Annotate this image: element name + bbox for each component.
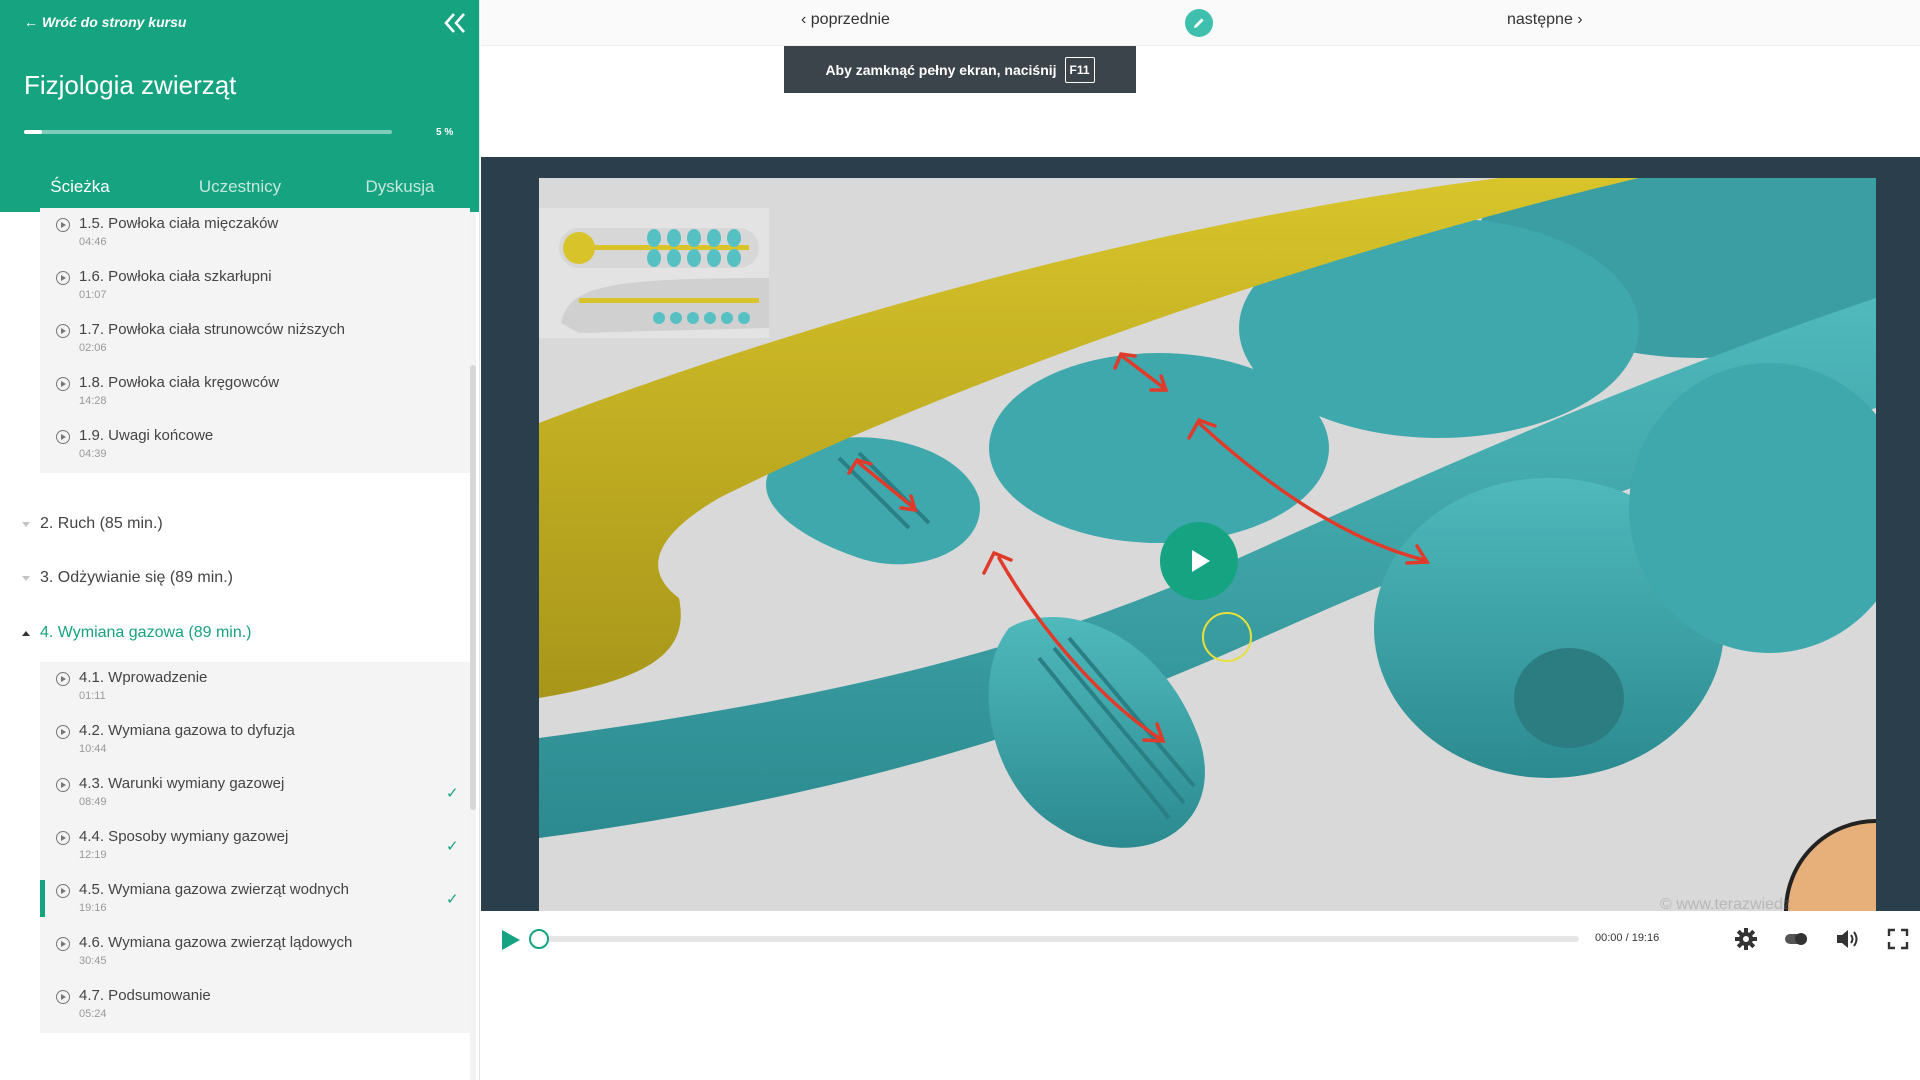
section-3-toggle[interactable]: 3. Odżywianie się (89 min.) — [22, 569, 233, 587]
lesson-duration: 30:45 — [79, 955, 107, 967]
play-circle-icon — [56, 778, 70, 792]
seek-handle[interactable] — [529, 929, 549, 949]
lesson-duration: 02:06 — [79, 342, 107, 354]
section-label: 2. Ruch (85 min.) — [40, 515, 163, 532]
section-label: 3. Odżywianie się (89 min.) — [40, 569, 233, 586]
f11-key-badge: F11 — [1064, 56, 1095, 83]
section-4-toggle[interactable]: 4. Wymiana gazowa (89 min.) — [22, 624, 252, 642]
double-chevron-left-icon[interactable] — [442, 10, 468, 36]
lesson-item[interactable]: 4.2. Wymiana gazowa to dyfuzja 10:44 — [40, 715, 470, 768]
video-controls: 00:00 / 19:16 — [481, 911, 1920, 969]
big-play-button[interactable] — [1160, 522, 1238, 600]
play-icon[interactable] — [498, 928, 522, 952]
caret-down-icon — [22, 521, 30, 527]
playback-time: 00:00 / 19:16 — [1595, 932, 1660, 944]
next-lesson-link[interactable]: następne › — [1507, 11, 1583, 29]
lesson-duration: 19:16 — [79, 902, 107, 914]
completed-check-icon: ✓ — [446, 891, 459, 908]
sidebar-tabs: Ścieżka Uczestnicy Dyskusja — [0, 168, 479, 212]
lesson-item[interactable]: 1.8. Powłoka ciała kręgowców 14:28 — [40, 367, 470, 420]
lesson-item[interactable]: 1.9. Uwagi końcowe 04:39 — [40, 420, 470, 473]
seek-bar[interactable] — [539, 936, 1579, 942]
lesson-item[interactable]: 4.7. Podsumowanie 05:24 — [40, 980, 470, 1033]
cursor-highlight-ring — [1202, 612, 1252, 662]
sidebar-header: ← Wróć do strony kursu Fizjologia zwierz… — [0, 0, 479, 212]
lesson-duration: 14:28 — [79, 395, 107, 407]
course-progress-percent: 5 % — [436, 127, 454, 138]
lesson-title: 4.1. Wprowadzenie — [79, 669, 208, 686]
tab-path[interactable]: Ścieżka — [0, 168, 160, 212]
gear-icon[interactable] — [1733, 926, 1759, 952]
section-label: 4. Wymiana gazowa (89 min.) — [40, 624, 252, 641]
lesson-title: 4.6. Wymiana gazowa zwierząt lądowych — [79, 934, 353, 951]
back-to-course-link[interactable]: ← Wróć do strony kursu — [24, 14, 186, 30]
lesson-item[interactable]: 4.6. Wymiana gazowa zwierząt lądowych 30… — [40, 927, 470, 980]
lesson-duration: 10:44 — [79, 743, 107, 755]
lesson-duration: 12:19 — [79, 849, 107, 861]
lesson-title: 4.7. Podsumowanie — [79, 987, 211, 1004]
lesson-item-current[interactable]: 4.5. Wymiana gazowa zwierząt wodnych 19:… — [40, 874, 470, 927]
lesson-title: 1.5. Powłoka ciała mięczaków — [79, 215, 279, 232]
toggle-icon[interactable] — [1783, 926, 1809, 952]
lesson-duration: 05:24 — [79, 1008, 107, 1020]
edit-note-button[interactable] — [1185, 9, 1213, 37]
completed-check-icon: ✓ — [446, 838, 459, 855]
lesson-duration: 04:39 — [79, 448, 107, 460]
lesson-title: 4.5. Wymiana gazowa zwierząt wodnych — [79, 881, 349, 898]
fullscreen-hint-text: Aby zamknąć pełny ekran, naciśnij — [825, 61, 1057, 78]
fullscreen-exit-hint: Aby zamknąć pełny ekran, naciśnij F11 — [784, 46, 1136, 93]
lesson-item[interactable]: 4.1. Wprowadzenie 01:11 — [40, 662, 470, 715]
course-title: Fizjologia zwierząt — [24, 70, 237, 100]
lesson-item[interactable]: 1.7. Powłoka ciała strunowców niższych 0… — [40, 314, 470, 367]
pencil-icon — [1194, 18, 1204, 28]
lesson-title: 1.8. Powłoka ciała kręgowców — [79, 374, 280, 391]
lesson-title: 1.7. Powłoka ciała strunowców niższych — [79, 321, 345, 338]
section-2-toggle[interactable]: 2. Ruch (85 min.) — [22, 515, 163, 533]
lesson-item[interactable]: 1.6. Powłoka ciała szkarłupni 01:07 — [40, 261, 470, 314]
play-circle-icon — [56, 377, 70, 391]
lesson-duration: 04:46 — [79, 236, 107, 248]
course-sidebar: ← Wróć do strony kursu Fizjologia zwierz… — [0, 0, 480, 1080]
play-circle-icon — [56, 271, 70, 285]
lesson-item[interactable]: 4.3. Warunki wymiany gazowej 08:49 ✓ — [40, 768, 470, 821]
tab-participants[interactable]: Uczestnicy — [160, 168, 320, 212]
back-to-course-label: Wróć do strony kursu — [42, 14, 187, 30]
arrow-left-icon: ← — [24, 14, 38, 30]
lesson-title: 1.6. Powłoka ciała szkarłupni — [79, 268, 272, 285]
lesson-item[interactable]: 4.4. Sposoby wymiany gazowej 12:19 ✓ — [40, 821, 470, 874]
play-circle-icon — [56, 990, 70, 1004]
course-progress-fill — [24, 130, 43, 134]
caret-up-icon — [22, 630, 30, 636]
lesson-duration: 01:11 — [79, 690, 106, 702]
section-1-lesson-list: 1.5. Powłoka ciała mięczaków 04:46 1.6. … — [40, 208, 470, 473]
play-circle-icon — [56, 884, 70, 898]
sidebar-scrollbar-thumb[interactable] — [470, 365, 476, 810]
fullscreen-icon[interactable] — [1885, 926, 1911, 952]
play-circle-icon — [56, 831, 70, 845]
play-icon — [1192, 550, 1210, 572]
completed-check-icon: ✓ — [446, 785, 459, 802]
caret-down-icon — [22, 575, 30, 581]
section-4-lesson-list: 4.1. Wprowadzenie 01:11 4.2. Wymiana gaz… — [40, 662, 470, 1033]
play-circle-icon — [56, 324, 70, 338]
lesson-title: 4.4. Sposoby wymiany gazowej — [79, 828, 289, 845]
lesson-title: 1.9. Uwagi końcowe — [79, 427, 214, 444]
lesson-navigation: ‹ poprzednie następne › — [481, 0, 1920, 46]
lesson-item[interactable]: 1.5. Powłoka ciała mięczaków 04:46 — [40, 208, 470, 261]
play-circle-icon — [56, 430, 70, 444]
lesson-duration: 01:07 — [79, 289, 107, 301]
lesson-title: 4.3. Warunki wymiany gazowej — [79, 775, 285, 792]
lesson-duration: 08:49 — [79, 796, 107, 808]
play-circle-icon — [56, 672, 70, 686]
tab-discussion[interactable]: Dyskusja — [320, 168, 479, 212]
play-circle-icon — [56, 725, 70, 739]
play-circle-icon — [56, 937, 70, 951]
play-circle-icon — [56, 218, 70, 232]
volume-icon[interactable] — [1835, 926, 1861, 952]
course-progress-bar — [24, 130, 392, 134]
previous-lesson-link[interactable]: ‹ poprzednie — [801, 11, 890, 29]
lesson-title: 4.2. Wymiana gazowa to dyfuzja — [79, 722, 295, 739]
